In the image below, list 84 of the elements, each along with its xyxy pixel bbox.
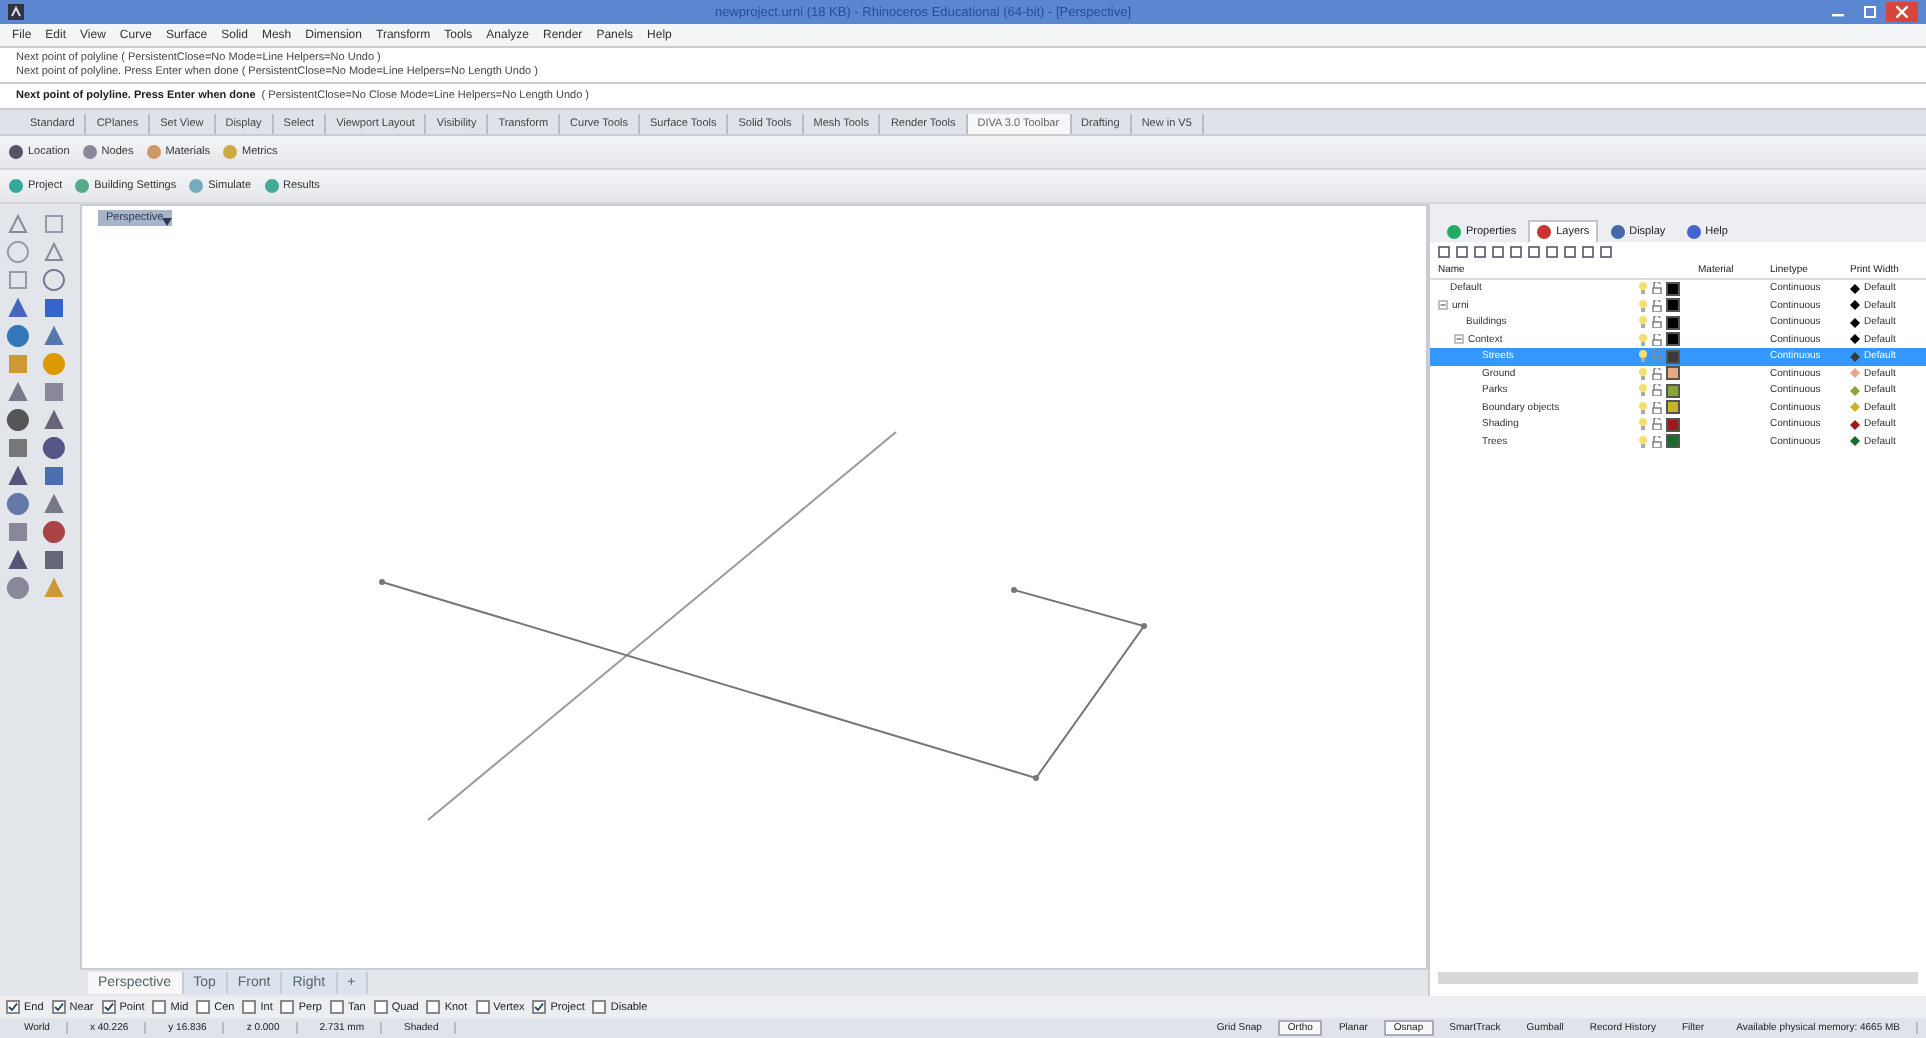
osnap-checkbox[interactable] [373,1000,388,1014]
bulb-icon[interactable] [1638,299,1648,312]
tool-icon[interactable] [42,548,66,572]
osnap-checkbox[interactable] [101,1000,116,1014]
osnap-checkbox[interactable] [475,1000,490,1014]
tool-icon [8,144,24,160]
tool-icon [263,178,280,194]
tool-icon [81,144,98,160]
bulb-icon[interactable] [1638,435,1648,448]
osnap-checkbox[interactable] [329,1000,344,1014]
tool-icon[interactable] [42,520,66,544]
bulb-icon[interactable] [1638,282,1648,295]
tool-icon[interactable] [42,240,66,264]
bulb-icon[interactable] [1638,350,1648,363]
close-button[interactable] [1886,2,1918,22]
tab-icon [1609,224,1626,240]
tool-icon[interactable] [42,408,66,432]
tool-icon [74,178,91,194]
tool-icon[interactable] [6,436,30,460]
tool-icon[interactable] [6,324,30,348]
osnap-checkbox[interactable] [426,1000,441,1014]
tool-icon[interactable] [42,492,66,516]
tool-icon [222,144,239,160]
lock-icon[interactable] [1652,282,1662,295]
tool-icon[interactable] [42,296,66,320]
layer-color[interactable] [1666,366,1680,381]
app-icon [8,4,24,20]
dropdown-icon[interactable] [162,218,172,226]
osnap-checkbox[interactable] [532,1000,547,1014]
lock-icon[interactable] [1652,367,1662,380]
tool-icon[interactable] [6,548,30,572]
osnap-checkbox[interactable] [6,1000,20,1014]
layer-color[interactable] [1666,434,1680,449]
tool-icon[interactable] [42,380,66,404]
tab-icon [1685,224,1702,240]
layer-color[interactable] [1666,383,1680,398]
layer-color[interactable] [1666,298,1680,313]
osnap-checkbox[interactable] [196,1000,211,1014]
tool-icon[interactable] [6,212,30,236]
tool-icon[interactable] [42,436,66,460]
tool-icon[interactable] [42,464,66,488]
bulb-icon[interactable] [1638,316,1648,329]
bulb-icon[interactable] [1638,333,1648,346]
horizontal-scrollbar[interactable] [1438,972,1918,984]
layer-color[interactable] [1666,332,1680,347]
tool-icon[interactable] [6,492,30,516]
bulb-icon[interactable] [1638,384,1648,397]
osnap-checkbox[interactable] [51,1000,66,1014]
tool-icon[interactable] [42,324,66,348]
lock-icon[interactable] [1652,384,1662,397]
lock-icon[interactable] [1652,333,1662,346]
layer-color[interactable] [1666,349,1680,364]
tab-icon [1536,224,1553,240]
bulb-icon[interactable] [1638,401,1648,414]
layer-color[interactable] [1666,417,1680,432]
close-icon [1896,6,1908,18]
tool-icon[interactable] [6,520,30,544]
osnap-checkbox[interactable] [280,1000,295,1014]
bulb-icon[interactable] [1638,418,1648,431]
tool-icon[interactable] [42,268,66,292]
collapse-icon[interactable] [1454,334,1464,345]
tab-icon [1446,224,1462,240]
tool-icon[interactable] [6,380,30,404]
osnap-checkbox[interactable] [152,1000,167,1014]
tool-icon [145,144,162,160]
lock-icon[interactable] [1652,435,1662,448]
tool-icon[interactable] [6,296,30,320]
tool-icon [188,178,205,194]
lock-icon[interactable] [1652,418,1662,431]
maximize-icon [1864,6,1876,18]
lock-icon[interactable] [1652,299,1662,312]
tool-icon [8,178,24,194]
layer-color[interactable] [1666,400,1680,415]
osnap-checkbox[interactable] [592,1000,607,1014]
layer-color[interactable] [1666,281,1680,296]
tool-icon[interactable] [6,408,30,432]
collapse-icon[interactable] [1438,300,1448,311]
osnap-checkbox[interactable] [242,1000,257,1014]
layer-color[interactable] [1666,315,1680,330]
tool-icon[interactable] [6,464,30,488]
bulb-icon[interactable] [1638,367,1648,380]
lock-icon[interactable] [1652,316,1662,329]
lock-icon[interactable] [1652,401,1662,414]
tool-icon[interactable] [6,576,30,600]
